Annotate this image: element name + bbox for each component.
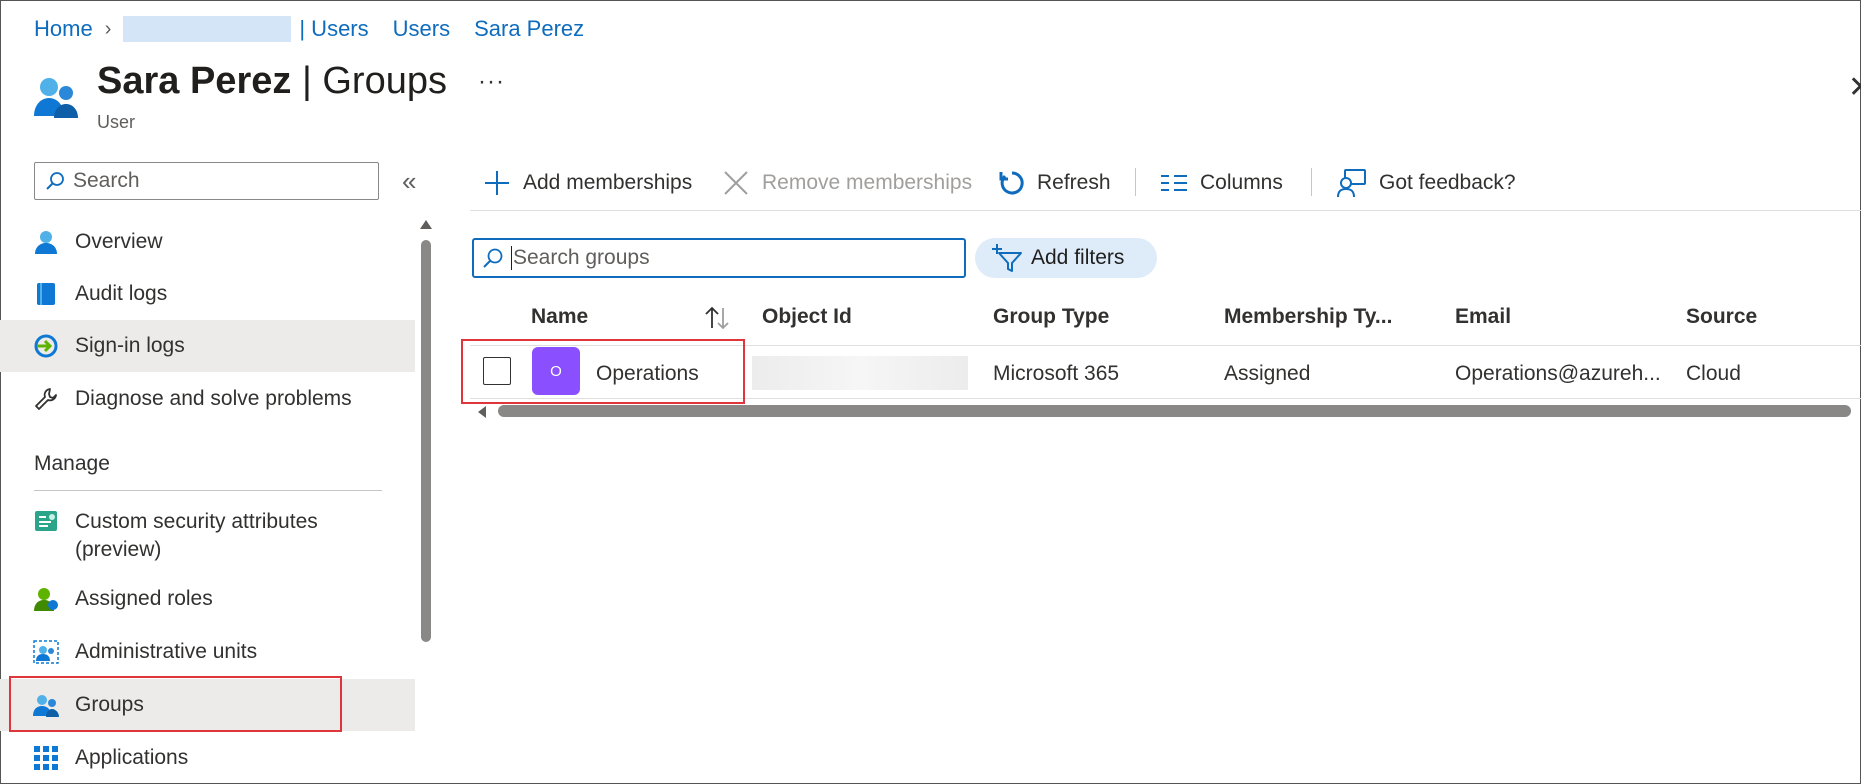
sort-icon[interactable] xyxy=(704,306,732,330)
page-title-section: Groups xyxy=(322,60,447,102)
sidebar-scrollbar-thumb[interactable] xyxy=(421,240,431,642)
sidebar-item-label: Sign-in logs xyxy=(75,334,185,357)
user-icon xyxy=(35,231,57,254)
column-header-source[interactable]: Source xyxy=(1686,305,1757,329)
refresh-button[interactable]: Refresh xyxy=(997,166,1111,200)
sidebar-item-overview[interactable]: Overview xyxy=(0,216,415,268)
group-type-cell: Microsoft 365 xyxy=(993,362,1120,385)
search-groups-placeholder: Search groups xyxy=(513,246,650,269)
feedback-label: Got feedback? xyxy=(1379,171,1516,194)
columns-icon xyxy=(1161,175,1187,191)
breadcrumb-users[interactable]: Users xyxy=(393,16,450,42)
remove-memberships-label: Remove memberships xyxy=(762,171,973,194)
column-header-group-type[interactable]: Group Type xyxy=(993,305,1109,329)
sidebar-item-assigned-roles[interactable]: Assigned roles xyxy=(0,573,415,625)
sidebar-item-label: Assigned roles xyxy=(75,587,213,610)
sidebar-item-diagnose[interactable]: Diagnose and solve problems xyxy=(0,373,415,425)
sidebar-item-applications[interactable]: Applications xyxy=(0,732,415,784)
sidebar-item-label: Audit logs xyxy=(75,282,168,305)
feedback-icon xyxy=(1337,169,1366,198)
email-cell: Operations@azureh... xyxy=(1455,362,1661,385)
add-filters-button[interactable]: Add filters xyxy=(975,238,1157,278)
divider xyxy=(34,490,382,491)
toolbar-separator xyxy=(1311,168,1312,196)
page-subtitle: User xyxy=(97,112,136,132)
text-cursor xyxy=(511,246,512,270)
add-memberships-label: Add memberships xyxy=(523,171,693,194)
search-groups-input[interactable]: Search groups xyxy=(472,238,966,278)
page-title-divider: | xyxy=(301,60,323,102)
columns-button[interactable]: Columns xyxy=(1160,166,1283,200)
add-filter-icon xyxy=(992,244,1022,272)
add-filters-label: Add filters xyxy=(1031,246,1125,269)
sidebar-item-label: Diagnose and solve problems xyxy=(75,387,352,410)
section-manage-heading: Manage xyxy=(34,452,110,475)
object-id-redacted xyxy=(752,356,968,390)
horizontal-scrollbar-thumb[interactable] xyxy=(498,405,1851,417)
page-title: Sara Perez | Groups xyxy=(97,60,447,103)
toolbar-divider xyxy=(470,210,1861,211)
sidebar-item-label: Applications xyxy=(75,746,189,769)
search-icon xyxy=(46,172,64,190)
refresh-label: Refresh xyxy=(1037,171,1111,194)
sidebar-item-label-group: Custom security attributes (preview) xyxy=(75,508,318,564)
column-header-object-id[interactable]: Object Id xyxy=(762,305,852,329)
breadcrumb-tenant-redacted[interactable] xyxy=(123,16,292,42)
breadcrumb: Home › | Users Users Sara Perez xyxy=(34,14,584,44)
chevron-right-icon: › xyxy=(104,17,112,40)
scroll-up-arrow-icon[interactable] xyxy=(420,220,432,229)
refresh-icon xyxy=(999,171,1024,195)
sidebar-item-label: Overview xyxy=(75,230,163,253)
source-cell: Cloud xyxy=(1686,362,1741,385)
sidebar-item-administrative-units[interactable]: Administrative units xyxy=(0,626,415,678)
feedback-button[interactable]: Got feedback? xyxy=(1337,166,1516,200)
remove-memberships-button[interactable]: Remove memberships xyxy=(722,166,972,200)
sign-in-icon xyxy=(34,334,58,358)
sidebar-item-custom-security-attributes[interactable]: Custom security attributes (preview) xyxy=(0,502,415,574)
sidebar-search-input[interactable]: Search xyxy=(34,162,379,200)
close-x-icon xyxy=(724,171,748,195)
sidebar-item-label: Custom security attributes xyxy=(75,510,318,533)
add-memberships-button[interactable]: Add memberships xyxy=(483,166,692,200)
toolbar-separator xyxy=(1135,168,1136,196)
column-header-name[interactable]: Name xyxy=(531,305,588,329)
breadcrumb-home[interactable]: Home xyxy=(34,16,93,42)
role-icon xyxy=(34,588,58,611)
sidebar-item-label-line2: (preview) xyxy=(75,538,162,561)
membership-type-cell: Assigned xyxy=(1224,362,1311,385)
close-icon[interactable]: ✕ xyxy=(1848,70,1861,105)
user-groups-icon xyxy=(34,78,78,118)
sidebar-item-audit-logs[interactable]: Audit logs xyxy=(0,268,415,320)
sidebar-item-label: Administrative units xyxy=(75,640,258,663)
plus-icon xyxy=(485,171,509,195)
sidebar-search-placeholder: Search xyxy=(73,169,140,192)
wrench-icon xyxy=(35,388,57,410)
groups-highlight-box xyxy=(9,676,342,732)
columns-label: Columns xyxy=(1200,171,1283,194)
operations-highlight-box xyxy=(461,339,745,404)
sidebar-item-sign-in-logs[interactable]: Sign-in logs xyxy=(0,320,415,372)
scroll-left-arrow-icon[interactable] xyxy=(478,406,486,418)
breadcrumb-tenant-users[interactable]: | Users xyxy=(299,16,368,42)
column-header-membership-type[interactable]: Membership Ty... xyxy=(1224,305,1392,329)
search-icon xyxy=(483,248,503,268)
book-icon xyxy=(37,283,55,305)
admin-units-icon xyxy=(33,640,59,664)
apps-grid-icon xyxy=(34,746,58,770)
more-options-icon[interactable]: ··· xyxy=(478,68,505,96)
collapse-sidebar-icon[interactable]: « xyxy=(402,166,416,197)
column-header-email[interactable]: Email xyxy=(1455,305,1511,329)
page-title-name: Sara Perez xyxy=(97,60,292,102)
breadcrumb-user[interactable]: Sara Perez xyxy=(474,16,584,42)
attributes-icon xyxy=(35,511,57,531)
